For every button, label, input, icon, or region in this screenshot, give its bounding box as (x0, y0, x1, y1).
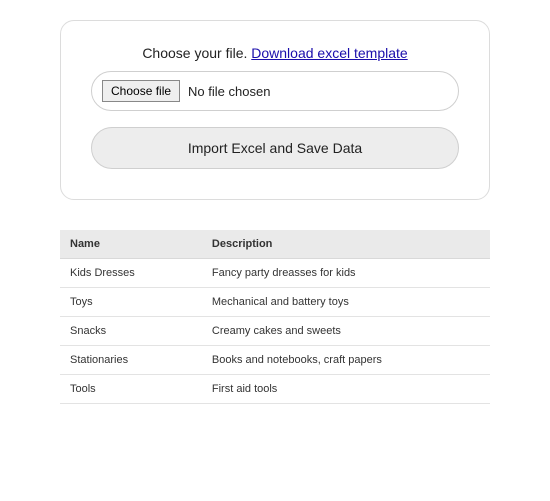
table-cell-description: Creamy cakes and sweets (202, 317, 490, 346)
table-cell-name: Stationaries (60, 346, 202, 375)
upload-prompt-row: Choose your file. Download excel templat… (91, 45, 459, 61)
table-row: Tools First aid tools (60, 375, 490, 404)
table-row: Toys Mechanical and battery toys (60, 288, 490, 317)
upload-card: Choose your file. Download excel templat… (60, 20, 490, 200)
table-cell-name: Tools (60, 375, 202, 404)
table-cell-name: Kids Dresses (60, 259, 202, 288)
page-container: Choose your file. Download excel templat… (0, 0, 550, 404)
import-save-button[interactable]: Import Excel and Save Data (91, 127, 459, 169)
table-cell-description: Books and notebooks, craft papers (202, 346, 490, 375)
table-header-description: Description (202, 230, 490, 259)
table-cell-description: First aid tools (202, 375, 490, 404)
data-table-wrapper: Name Description Kids Dresses Fancy part… (60, 230, 490, 404)
table-row: Kids Dresses Fancy party dreasses for ki… (60, 259, 490, 288)
table-cell-description: Fancy party dreasses for kids (202, 259, 490, 288)
table-header-row: Name Description (60, 230, 490, 259)
table-cell-name: Snacks (60, 317, 202, 346)
choose-file-button[interactable]: Choose file (102, 80, 180, 102)
upload-prompt-text: Choose your file. (142, 45, 251, 61)
table-cell-description: Mechanical and battery toys (202, 288, 490, 317)
file-input-wrapper[interactable]: Choose file No file chosen (91, 71, 459, 111)
table-cell-name: Toys (60, 288, 202, 317)
table-row: Snacks Creamy cakes and sweets (60, 317, 490, 346)
data-table: Name Description Kids Dresses Fancy part… (60, 230, 490, 404)
file-chosen-status: No file chosen (188, 84, 270, 99)
download-template-link[interactable]: Download excel template (251, 45, 407, 61)
table-row: Stationaries Books and notebooks, craft … (60, 346, 490, 375)
table-header-name: Name (60, 230, 202, 259)
